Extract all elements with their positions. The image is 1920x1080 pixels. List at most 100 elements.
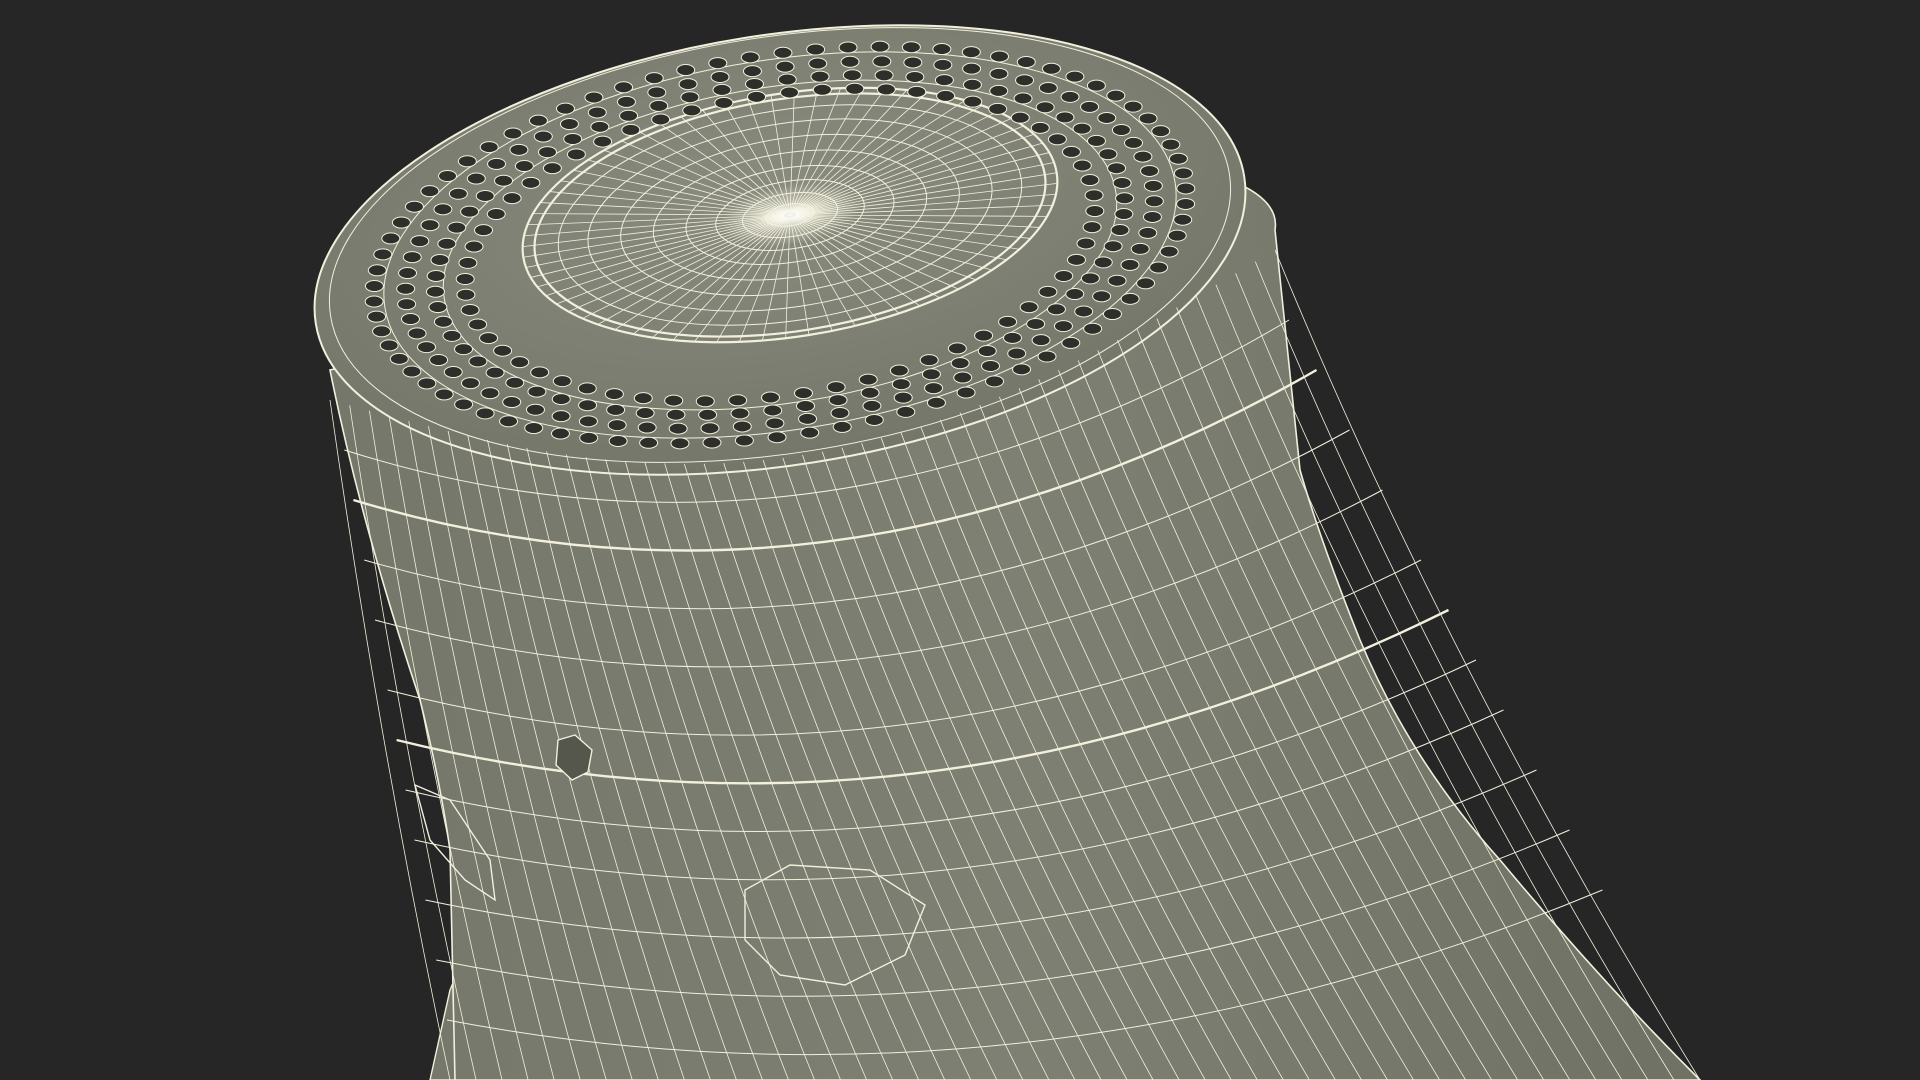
vent-hole — [509, 143, 529, 156]
vent-hole — [524, 421, 544, 434]
vent-hole — [1074, 305, 1094, 318]
vent-hole — [454, 398, 474, 411]
vent-hole — [1072, 159, 1092, 172]
vent-hole — [828, 394, 848, 407]
vent-hole — [1143, 179, 1163, 192]
vent-hole — [364, 280, 384, 293]
vent-hole — [647, 86, 667, 99]
vent-hole — [947, 342, 967, 355]
vent-hole — [998, 315, 1018, 328]
vent-hole — [1080, 100, 1100, 113]
vent-hole — [708, 57, 728, 70]
vent-hole — [1080, 174, 1100, 187]
vent-hole — [680, 91, 700, 104]
vent-hole — [551, 393, 571, 406]
vent-hole — [1097, 111, 1117, 124]
vent-hole — [460, 377, 480, 390]
vent-hole — [510, 356, 530, 369]
vent-hole — [985, 375, 1005, 388]
vent-hole — [619, 109, 639, 122]
vent-hole — [1114, 208, 1134, 221]
vent-hole — [563, 132, 583, 145]
vent-hole — [806, 43, 826, 56]
vent-hole — [901, 41, 921, 54]
vent-hole — [420, 219, 440, 232]
vent-hole — [1176, 182, 1196, 195]
vent-hole — [864, 413, 884, 426]
vent-hole — [826, 381, 846, 394]
vent-hole — [775, 60, 795, 73]
vent-hole — [872, 55, 892, 68]
vent-hole — [1142, 210, 1162, 223]
vent-hole — [493, 344, 513, 357]
vent-hole — [1086, 79, 1106, 92]
vent-hole — [1019, 301, 1039, 314]
vent-hole — [1084, 189, 1104, 202]
vent-hole — [1053, 320, 1073, 333]
vent-hole — [936, 89, 956, 102]
vent-hole — [552, 375, 572, 388]
vent-hole — [468, 355, 488, 368]
vent-hole — [457, 155, 477, 168]
vent-hole — [1159, 245, 1179, 258]
vent-hole — [1065, 288, 1085, 301]
vent-hole — [989, 67, 1009, 80]
vent-hole — [812, 83, 832, 96]
vent-hole — [695, 395, 715, 408]
vent-hole — [651, 113, 671, 126]
vent-hole — [1140, 164, 1160, 177]
vent-hole — [525, 403, 545, 416]
vent-hole — [456, 288, 476, 301]
vent-hole — [566, 148, 586, 161]
vent-hole — [364, 295, 384, 308]
vent-hole — [1106, 89, 1126, 102]
vent-hole — [367, 310, 387, 323]
vent-hole — [1138, 112, 1158, 125]
vent-hole — [714, 96, 734, 109]
vent-hole — [1082, 221, 1102, 234]
vent-hole — [555, 102, 575, 115]
vent-hole — [1102, 308, 1122, 321]
vent-hole — [798, 412, 818, 425]
vent-hole — [404, 200, 424, 213]
vent-hole — [1151, 125, 1171, 138]
vent-hole — [1030, 121, 1050, 134]
vent-hole — [542, 162, 562, 175]
vent-hole — [607, 419, 627, 432]
vent-hole — [800, 426, 820, 439]
vent-hole — [402, 365, 422, 378]
vent-hole — [1046, 303, 1066, 316]
vent-hole — [1038, 81, 1058, 94]
vent-hole — [550, 427, 570, 440]
vent-hole — [1107, 162, 1127, 175]
vent-hole — [934, 74, 954, 87]
vent-hole — [466, 172, 486, 185]
vent-hole — [479, 141, 499, 154]
vent-hole — [608, 434, 628, 447]
vent-hole — [559, 118, 579, 131]
vent-hole — [1085, 205, 1105, 218]
3d-viewport[interactable] — [0, 0, 1920, 1080]
vent-hole — [447, 221, 467, 234]
vent-hole — [777, 73, 797, 86]
vent-hole — [649, 99, 669, 112]
vent-hole — [874, 69, 894, 82]
vent-hole — [437, 237, 457, 250]
vent-hole — [475, 407, 495, 420]
vent-hole — [442, 329, 462, 342]
vent-hole — [458, 256, 478, 269]
vent-hole — [1013, 92, 1033, 105]
vent-hole — [1065, 70, 1085, 83]
vent-hole — [745, 78, 765, 91]
vent-hole — [448, 187, 468, 200]
vent-hole — [410, 235, 430, 248]
vent-hole — [584, 91, 604, 104]
vent-hole — [962, 78, 982, 91]
vent-hole — [732, 420, 752, 433]
vent-hole — [710, 70, 730, 83]
vent-hole — [1054, 269, 1074, 282]
vent-hole — [773, 46, 793, 59]
vent-hole — [905, 70, 925, 83]
vent-hole — [793, 387, 813, 400]
vent-hole — [702, 436, 722, 449]
